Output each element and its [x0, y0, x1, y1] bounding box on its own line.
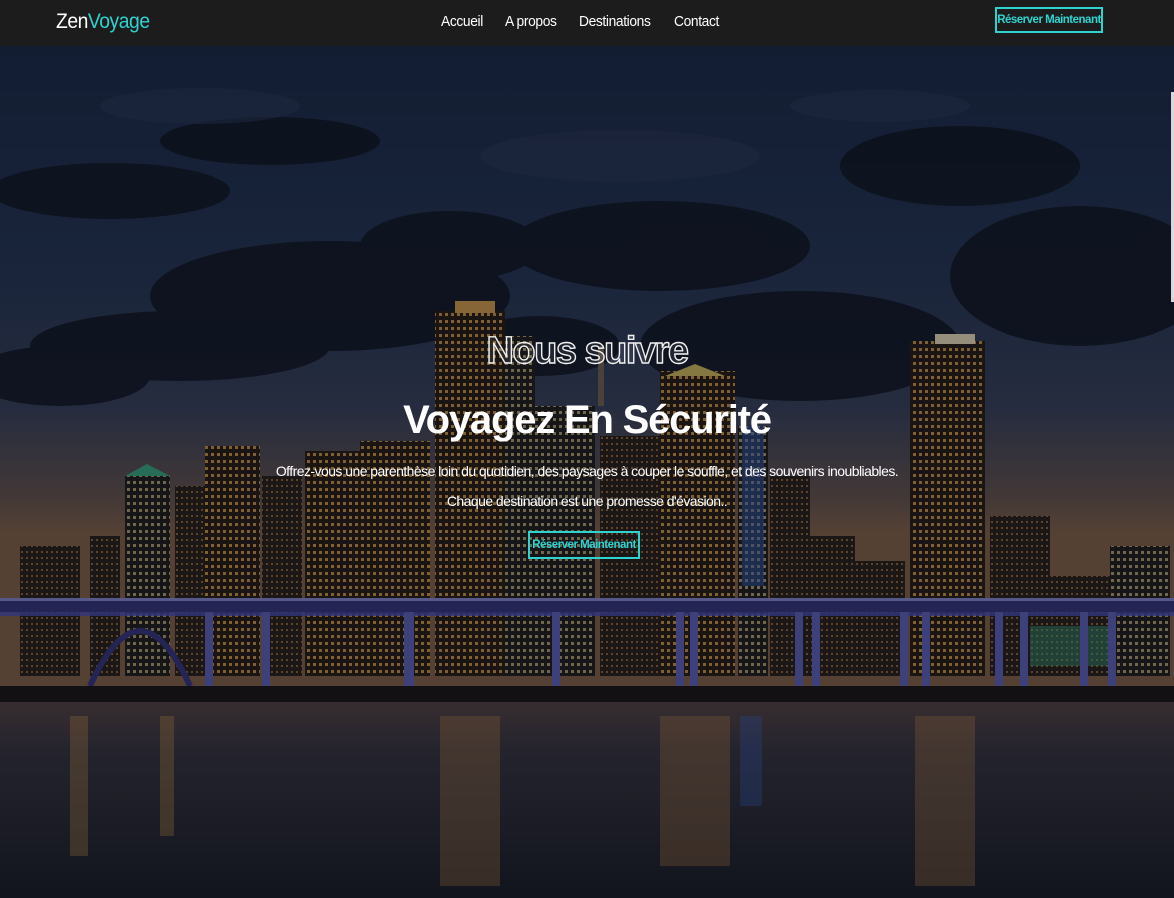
- navbar-reserve-button[interactable]: Réserver Maintenant: [995, 7, 1103, 33]
- page: ZenVoyage Accueil A propos Destinations …: [0, 0, 1174, 898]
- navbar: ZenVoyage Accueil A propos Destinations …: [0, 0, 1174, 46]
- nav-links: Accueil A propos Destinations Contact: [441, 13, 723, 30]
- brand-logo[interactable]: ZenVoyage: [56, 10, 150, 34]
- hero-subtitle: Nous suivre: [486, 329, 690, 372]
- nav-link-destinations[interactable]: Destinations: [579, 13, 651, 30]
- nav-link-a-propos[interactable]: A propos: [505, 13, 557, 30]
- brand-primary-text: Zen: [56, 10, 88, 33]
- brand-accent-text: Voyage: [87, 10, 150, 33]
- hero-text-line-2: Chaque destination est une promesse d'év…: [446, 493, 728, 509]
- hero-reserve-button[interactable]: Réserver Maintenant: [528, 531, 640, 559]
- hero-title: Voyagez En Sécurité: [403, 398, 772, 442]
- hero-text-line-1: Offrez-vous une parenthèse loin du quoti…: [275, 463, 899, 479]
- nav-link-contact[interactable]: Contact: [674, 13, 719, 30]
- nav-link-accueil[interactable]: Accueil: [441, 13, 483, 30]
